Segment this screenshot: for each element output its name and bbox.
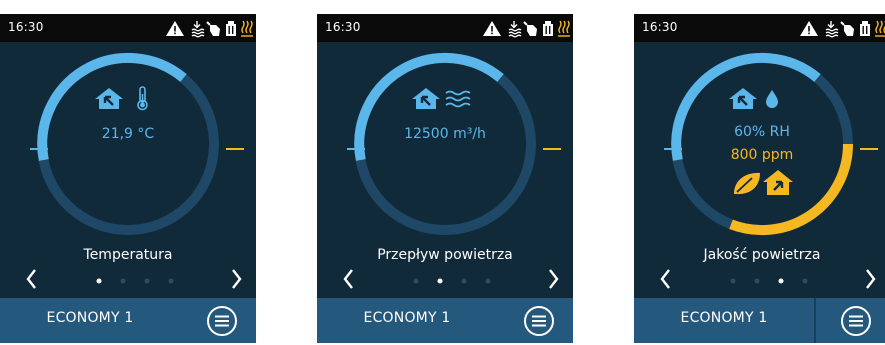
leaf-icon bbox=[734, 172, 760, 195]
page-dot[interactable] bbox=[730, 278, 736, 284]
heating-icon bbox=[558, 20, 570, 37]
menu-icon bbox=[524, 306, 554, 336]
page-dot[interactable] bbox=[168, 278, 174, 284]
page-dot[interactable] bbox=[413, 278, 419, 284]
heat-recovery-icon bbox=[825, 21, 839, 38]
menu-icon bbox=[207, 306, 237, 336]
mode-label[interactable]: ECONOMY 1 bbox=[317, 310, 497, 326]
page-dot[interactable] bbox=[778, 278, 784, 284]
hand-override-icon bbox=[206, 21, 220, 36]
page-indicator bbox=[413, 278, 491, 284]
hand-override-icon bbox=[523, 21, 537, 36]
menu-button[interactable] bbox=[840, 305, 872, 337]
status-bar: 16:30 bbox=[634, 14, 885, 42]
bottom-bar-divider bbox=[814, 298, 816, 343]
page-title: Przepływ powietrza bbox=[377, 247, 513, 263]
page-title: Temperatura bbox=[83, 247, 173, 263]
gauge bbox=[664, 52, 878, 236]
page-title: Jakość powietrza bbox=[703, 247, 821, 263]
mode-label[interactable]: ECONOMY 1 bbox=[634, 310, 814, 326]
page-dot[interactable] bbox=[461, 278, 467, 284]
airflow-value: 12500 m³/h bbox=[404, 126, 486, 142]
status-icons bbox=[154, 17, 254, 39]
screen-temperature: 16:30 21,9 °C Temperatura ECONOMY 1 bbox=[0, 14, 256, 343]
airflow-icon bbox=[445, 90, 471, 108]
gauge-icons bbox=[0, 84, 256, 112]
calendar-icon bbox=[860, 21, 870, 36]
thermometer-icon bbox=[137, 86, 148, 111]
status-icons bbox=[471, 17, 571, 39]
heat-recovery-icon bbox=[508, 21, 522, 38]
clock: 16:30 bbox=[642, 20, 678, 34]
gauge bbox=[30, 52, 244, 235]
bottom-bar: ECONOMY 1 bbox=[0, 298, 256, 343]
page-dot[interactable] bbox=[437, 278, 443, 284]
home-out-icon bbox=[763, 170, 793, 195]
menu-icon bbox=[841, 306, 871, 336]
page-indicator bbox=[730, 278, 808, 284]
humidity-drop-icon bbox=[766, 90, 778, 108]
bottom-bar: ECONOMY 1 bbox=[317, 298, 573, 343]
page-dot[interactable] bbox=[120, 278, 126, 284]
air-quality-icons bbox=[734, 170, 793, 195]
humidity-value: 60% RH bbox=[734, 124, 790, 140]
bottom-bar: ECONOMY 1 bbox=[634, 298, 885, 343]
menu-button[interactable] bbox=[523, 305, 555, 337]
page-dot[interactable] bbox=[754, 278, 760, 284]
status-bar: 16:30 bbox=[0, 14, 256, 42]
gauge-icons bbox=[317, 84, 573, 112]
page-dot[interactable] bbox=[96, 278, 102, 284]
temperature-value: 21,9 °C bbox=[101, 126, 155, 142]
screen-air-quality: 16:30 60% RH 800 ppm Jakość powietrza EC… bbox=[634, 14, 885, 343]
home-in-icon bbox=[729, 88, 757, 109]
page-indicator bbox=[96, 278, 174, 284]
warning-icon bbox=[483, 21, 501, 36]
heating-icon bbox=[875, 20, 885, 37]
page-dot[interactable] bbox=[144, 278, 150, 284]
heating-icon bbox=[241, 20, 253, 37]
clock: 16:30 bbox=[325, 20, 361, 34]
warning-icon bbox=[800, 21, 818, 36]
status-bar: 16:30 bbox=[317, 14, 573, 42]
calendar-icon bbox=[226, 21, 236, 36]
calendar-icon bbox=[543, 21, 553, 36]
hand-override-icon bbox=[840, 21, 854, 36]
home-in-icon bbox=[95, 88, 123, 109]
warning-icon bbox=[166, 21, 184, 36]
page-dot[interactable] bbox=[802, 278, 808, 284]
page-dot[interactable] bbox=[485, 278, 491, 284]
mode-label[interactable]: ECONOMY 1 bbox=[0, 310, 180, 326]
menu-button[interactable] bbox=[206, 305, 238, 337]
home-in-icon bbox=[412, 88, 440, 109]
screen-airflow: 16:30 12500 m³/h Przepływ powietrza ECON… bbox=[317, 14, 573, 343]
clock: 16:30 bbox=[8, 20, 44, 34]
gauge bbox=[347, 52, 561, 235]
heat-recovery-icon bbox=[191, 21, 205, 38]
co2-value: 800 ppm bbox=[730, 147, 794, 163]
status-icons bbox=[788, 17, 885, 39]
gauge-icons bbox=[634, 84, 885, 112]
